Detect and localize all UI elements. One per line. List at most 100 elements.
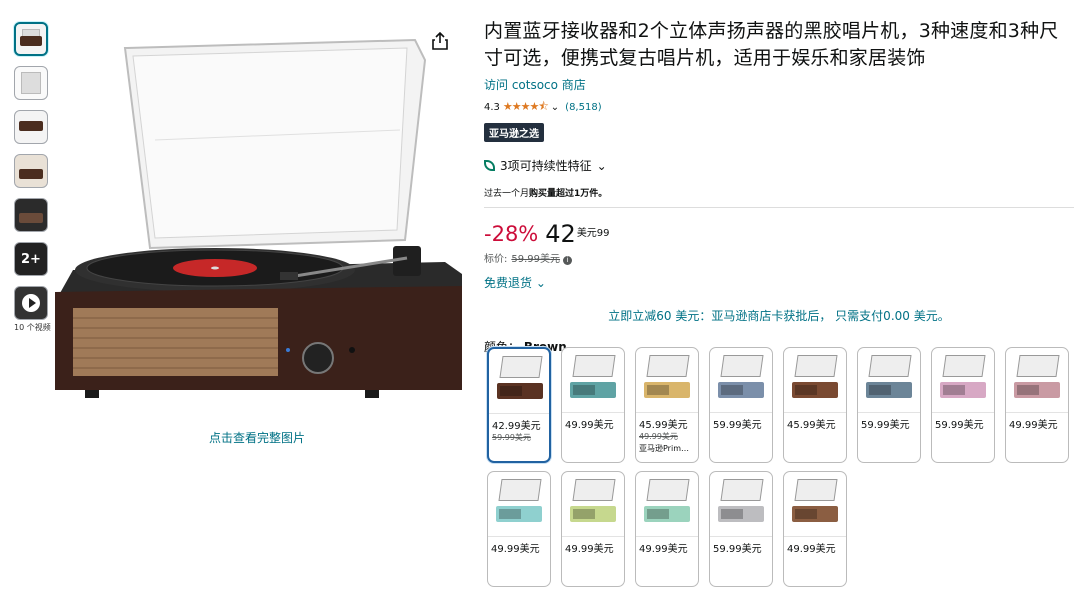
swatch-grill: [795, 385, 817, 395]
swatch-grill: [943, 385, 965, 395]
thumbnail-2[interactable]: [14, 66, 48, 100]
list-price: 59.99美元: [511, 254, 561, 265]
swatch-grill: [869, 385, 891, 395]
see-full-image-link[interactable]: 点击查看完整图片: [209, 429, 305, 446]
chevron-down-icon: ⌄: [535, 276, 546, 290]
swatch-image: [636, 472, 698, 536]
swatch-image: [562, 472, 624, 536]
swatch-grill: [721, 509, 743, 519]
returns-label: 免费退货: [484, 276, 533, 290]
more-images-label: 2+: [21, 251, 41, 267]
swatch-price: 59.99美元: [710, 536, 772, 555]
main-product-image[interactable]: [55, 30, 465, 410]
rating-value: 4.3: [484, 102, 500, 113]
thumbnail-list: 2+ 10 个视频: [14, 22, 54, 333]
info-icon[interactable]: i: [563, 256, 573, 265]
color-swatch[interactable]: 45.99美元: [783, 347, 847, 463]
color-swatch[interactable]: 49.99美元: [783, 471, 847, 587]
swatch-lid: [572, 355, 616, 377]
swatch-grill: [1017, 385, 1039, 395]
color-swatch[interactable]: 49.99美元: [635, 471, 699, 587]
swatch-image: [710, 348, 772, 412]
store-card-promo-link[interactable]: 立即立减60 美元：亚马逊商店卡获批后， 只需支付0.00 美元。: [484, 307, 1074, 324]
swatch-price: 59.99美元: [932, 412, 994, 431]
swatch-image: [784, 348, 846, 412]
play-icon: [22, 294, 40, 312]
swatch-lid: [794, 355, 838, 377]
product-title: 内置蓝牙接收器和2个立体声扬声器的黑胶唱片机，3种速度和3种尺寸可选，便携式复古…: [484, 20, 1059, 69]
swatch-lid: [499, 356, 543, 378]
more-images-button[interactable]: 2+: [14, 242, 48, 276]
chevron-down-icon: ⌄: [596, 158, 607, 173]
star-rating-icon[interactable]: ★★★★⯪: [503, 98, 549, 117]
swatch-list-price: 49.99美元: [639, 432, 678, 441]
swatch-grill: [500, 386, 522, 396]
swatch-grill: [499, 509, 521, 519]
swatch-lid: [1016, 355, 1060, 377]
color-swatch[interactable]: 45.99美元 49.99美元 亚马逊Prim…: [635, 347, 699, 463]
product-info: 内置蓝牙接收器和2个立体声扬声器的黑胶唱片机，3种速度和3种尺寸可选，便携式复古…: [484, 18, 1074, 355]
price-unit-fraction: 美元99: [576, 228, 610, 239]
thumbnail-1[interactable]: [14, 22, 48, 56]
color-swatch[interactable]: 49.99美元: [561, 347, 625, 463]
swatch-lid: [942, 355, 986, 377]
color-swatch[interactable]: 49.99美元: [487, 471, 551, 587]
swatch-image: [488, 472, 550, 536]
swatch-price: 49.99美元: [1006, 412, 1068, 431]
color-swatch[interactable]: 59.99美元: [709, 471, 773, 587]
swatch-lid: [572, 479, 616, 501]
swatch-image: [932, 348, 994, 412]
divider: [484, 207, 1074, 208]
swatch-price: 49.99美元: [562, 412, 624, 431]
bought-in-past-month: 过去一个月购买量超过1万件。: [484, 186, 1074, 199]
discount-percent: -28%: [484, 222, 539, 246]
share-icon[interactable]: [432, 32, 448, 50]
sustainability-label: 3项可持续性特征: [500, 159, 592, 173]
sustainability-features[interactable]: 3项可持续性特征 ⌄: [484, 157, 1074, 174]
swatch-lid: [498, 479, 542, 501]
free-returns-link[interactable]: 免费退货 ⌄: [484, 274, 1074, 291]
color-swatch[interactable]: 49.99美元: [561, 471, 625, 587]
list-price-label: 标价:: [484, 254, 508, 265]
thumbnail-3[interactable]: [14, 110, 48, 144]
swatch-image: [858, 348, 920, 412]
swatch-image: [1006, 348, 1068, 412]
swatch-price: 49.99美元: [636, 536, 698, 555]
swatch-price: 49.99美元: [562, 536, 624, 555]
swatch-grill: [795, 509, 817, 519]
chevron-down-icon[interactable]: ⌄: [551, 102, 559, 113]
price-whole: 42: [545, 220, 576, 248]
color-swatch[interactable]: 59.99美元: [709, 347, 773, 463]
swatch-grill: [573, 385, 595, 395]
swatch-price: 45.99美元: [784, 412, 846, 431]
swatch-list-price: 59.99美元: [492, 433, 531, 442]
swatch-image: [710, 472, 772, 536]
swatch-lid: [646, 479, 690, 501]
thumbnail-4[interactable]: [14, 154, 48, 188]
video-thumbnail[interactable]: [14, 286, 48, 320]
bought-prefix: 过去一个月: [484, 189, 530, 199]
store-link[interactable]: 访问 cotsoco 商店: [484, 76, 1074, 93]
swatch-price: 49.99美元: [784, 536, 846, 555]
swatch-lid: [720, 355, 764, 377]
amazon-choice-badge: 亚马逊之选: [484, 123, 544, 142]
swatch-price: 59.99美元: [858, 412, 920, 431]
swatch-image: [636, 348, 698, 412]
swatch-grill: [573, 509, 595, 519]
thumbnail-5[interactable]: [14, 198, 48, 232]
color-swatch[interactable]: 42.99美元 59.99美元: [487, 347, 551, 463]
swatch-image: [489, 349, 549, 413]
price-block: -28% 42 美元99: [484, 222, 1074, 246]
leaf-icon: [484, 160, 495, 171]
color-swatch[interactable]: 59.99美元: [857, 347, 921, 463]
color-swatch[interactable]: 59.99美元: [931, 347, 995, 463]
swatch-lid: [868, 355, 912, 377]
rating-row: 4.3 ★★★★⯪ ⌄ (8,518): [484, 98, 1074, 117]
rating-count-link[interactable]: (8,518): [565, 102, 601, 113]
swatch-grill: [647, 509, 669, 519]
swatch-grill: [721, 385, 743, 395]
swatch-lid: [646, 355, 690, 377]
swatch-price: 59.99美元: [710, 412, 772, 431]
color-swatch[interactable]: 49.99美元: [1005, 347, 1069, 463]
swatch-grill: [647, 385, 669, 395]
